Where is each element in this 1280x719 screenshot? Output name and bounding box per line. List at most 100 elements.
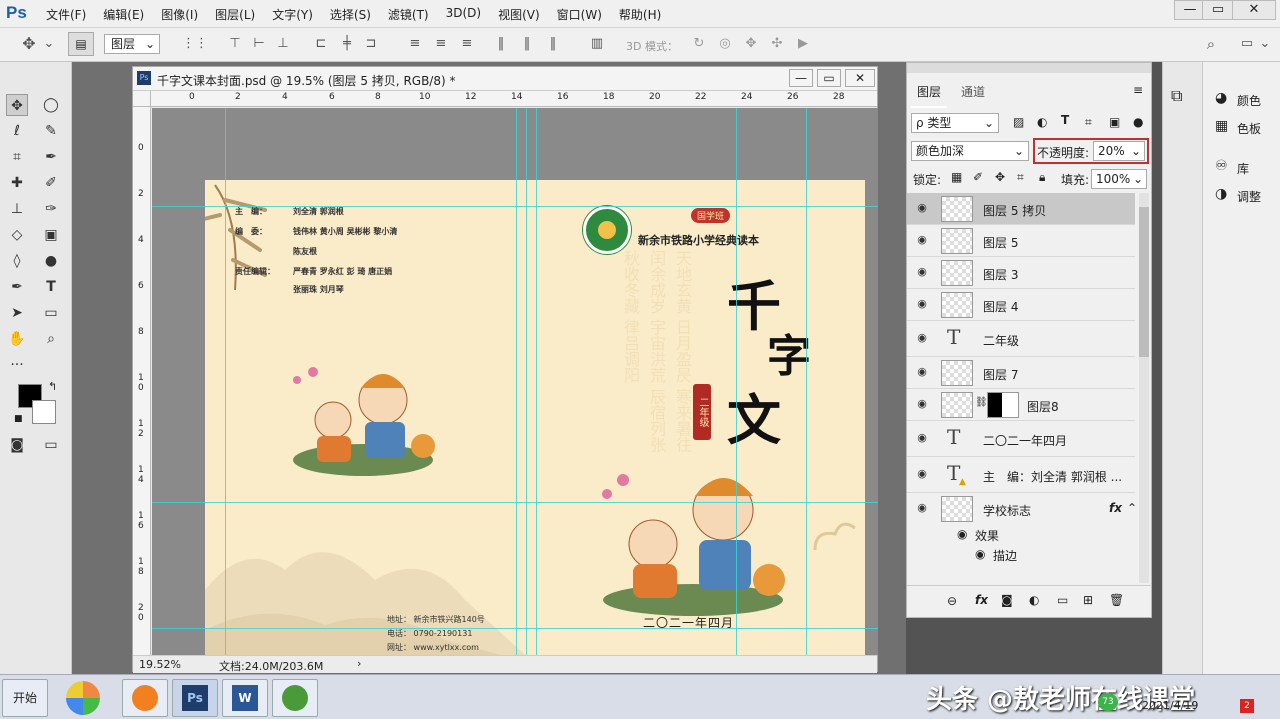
guide-line[interactable] <box>736 108 737 655</box>
layer-row[interactable]: ◉ 图层 5 拷贝 <box>907 193 1135 225</box>
layer-row[interactable]: ◉ 图层 4 <box>907 289 1135 321</box>
workspace-icon[interactable]: ▭ <box>1238 36 1256 52</box>
search-icon[interactable]: ⌕ <box>1202 36 1220 52</box>
vertical-ruler[interactable]: 0 2 4 6 8 10 12 14 16 18 20 <box>133 107 151 655</box>
tab-layers[interactable]: 图层 <box>911 77 948 108</box>
blur-tool-icon[interactable]: ◊ <box>6 250 28 272</box>
new-adjustment-icon[interactable]: ◐ <box>1029 593 1039 607</box>
taskbar-photoshop[interactable]: Ps <box>172 679 218 717</box>
adjustments-panel-label[interactable]: 调整 <box>1237 188 1261 205</box>
eye-icon[interactable]: ◉ <box>915 432 929 444</box>
doc-restore-button[interactable]: ▭ <box>817 69 841 87</box>
palette-icon[interactable]: ◕ <box>1215 90 1227 106</box>
guide-line[interactable] <box>152 502 878 503</box>
roll-3d-icon[interactable]: ◎ <box>716 36 734 52</box>
eraser-tool-icon[interactable]: ◇ <box>6 224 28 246</box>
new-layer-icon[interactable]: ⊞ <box>1083 593 1093 607</box>
quick-mask-icon[interactable]: ◙ <box>6 434 28 456</box>
eye-icon[interactable]: ◉ <box>915 332 929 344</box>
move-tool-icon[interactable]: ✥ <box>6 94 28 116</box>
lock-position-icon[interactable]: ✥ <box>995 170 1005 184</box>
type-tool-icon[interactable]: T <box>40 276 62 298</box>
stroke-eye-icon[interactable]: ◉ <box>975 547 985 561</box>
lock-artboard-icon[interactable]: ⌗ <box>1017 170 1024 185</box>
ruler-origin[interactable] <box>133 91 151 107</box>
distribute-bottom-icon[interactable]: ≡ <box>458 36 476 52</box>
book-cover-canvas[interactable]: 主 编： 刘全清 郭润根 编 委： 钱伟林 黄小周 吴彬彬 黎小清 陈友根 责任… <box>205 180 865 664</box>
effects-eye-icon[interactable]: ◉ <box>957 527 967 541</box>
gradient-tool-icon[interactable]: ▣ <box>40 224 62 246</box>
fx-icon[interactable]: fx <box>1109 501 1122 515</box>
zoom-level[interactable]: 19.52% <box>139 658 181 671</box>
chevron-down-icon[interactable]: ⌄ <box>40 36 58 52</box>
layer-row[interactable]: ◉ 学校标志 fx ⌃ <box>907 493 1137 525</box>
menu-image[interactable]: 图像(I) <box>161 6 198 23</box>
menu-3d[interactable]: 3D(D) <box>446 6 481 23</box>
chevron-up-icon[interactable]: ⌃ <box>1127 501 1137 515</box>
menu-type[interactable]: 文字(Y) <box>272 6 313 23</box>
app-360-icon[interactable] <box>66 681 100 715</box>
dodge-tool-icon[interactable]: ● <box>40 250 62 272</box>
layer-row[interactable]: ◉ T 二〇二一年四月 <box>907 421 1135 457</box>
guide-line[interactable] <box>526 108 527 655</box>
distribute-right-icon[interactable]: ‖ <box>544 36 562 52</box>
taskbar-browser[interactable] <box>122 679 168 717</box>
align-left-icon[interactable]: ⊏ <box>312 36 330 52</box>
eye-icon[interactable]: ◉ <box>915 298 929 310</box>
blend-mode-dropdown[interactable]: 颜色加深 ⌄ <box>911 141 1029 161</box>
distribute-top-icon[interactable]: ≡ <box>406 36 424 52</box>
drag-3d-icon[interactable]: ✥ <box>742 36 760 52</box>
start-button[interactable]: 开始 <box>2 679 48 717</box>
filter-pixel-icon[interactable]: ▨ <box>1013 115 1024 129</box>
healing-tool-icon[interactable]: ✚ <box>6 172 28 194</box>
lock-all-icon[interactable]: 🔒︎ <box>1039 170 1045 185</box>
distribute-hcenter-icon[interactable]: ‖ <box>518 36 536 52</box>
stamp-tool-icon[interactable]: ⊥ <box>6 198 28 220</box>
screen-mode-icon[interactable]: ▭ <box>40 434 62 456</box>
rotate-3d-icon[interactable]: ↻ <box>690 36 708 52</box>
swatches-icon[interactable]: ▦ <box>1215 118 1228 134</box>
zoom-tool-icon[interactable]: ⌕ <box>40 328 62 350</box>
filter-smart-icon[interactable]: ▣ <box>1109 115 1120 129</box>
layer-row[interactable]: ◉ T 二年级 <box>907 321 1135 357</box>
add-mask-icon[interactable]: ◙ <box>1001 593 1013 607</box>
eye-icon[interactable]: ◉ <box>915 234 929 246</box>
layer-row[interactable]: ◉ 图层 7 <box>907 357 1135 389</box>
guide-line[interactable] <box>225 108 226 655</box>
guide-line[interactable] <box>536 108 537 655</box>
fill-input[interactable]: 100% ⌄ <box>1091 169 1147 189</box>
move-tool-icon[interactable]: ✥ <box>20 36 38 52</box>
background-color-swatch[interactable] <box>32 400 56 424</box>
align-vcenter-icon[interactable]: ⊢ <box>250 36 268 52</box>
auto-align-icon[interactable]: ▥ <box>588 36 606 52</box>
swap-colors-icon[interactable]: ↰ <box>48 380 57 393</box>
restore-button[interactable]: ▭ <box>1202 0 1234 20</box>
status-chevron-icon[interactable]: › <box>357 657 361 670</box>
close-button[interactable]: ✕ <box>1232 0 1276 20</box>
layer-filter-dropdown[interactable]: ρ 类型 ⌄ <box>911 113 999 133</box>
link-layers-icon[interactable]: ⊖ <box>947 594 957 608</box>
brush-tool-icon[interactable]: ✐ <box>40 172 62 194</box>
filter-shape-icon[interactable]: ⌗ <box>1085 115 1092 130</box>
delete-layer-icon[interactable]: 🗑︎ <box>1109 593 1124 607</box>
transform-controls-icon[interactable]: ⋮⋮ <box>182 36 208 52</box>
add-style-icon[interactable]: fx <box>975 593 988 607</box>
filter-adjust-icon[interactable]: ◐ <box>1037 115 1047 129</box>
taskbar-app[interactable] <box>272 679 318 717</box>
menu-select[interactable]: 选择(S) <box>330 6 371 23</box>
tab-channels[interactable]: 通道 <box>955 77 991 106</box>
taskbar-word[interactable]: W <box>222 679 268 717</box>
layer-row[interactable]: ◉ T ▲ 主 编：刘全清 郭润根 ... <box>907 457 1135 493</box>
eye-icon[interactable]: ◉ <box>915 468 929 480</box>
menu-layer[interactable]: 图层(L) <box>215 6 255 23</box>
hand-tool-icon[interactable]: ✋ <box>6 328 28 350</box>
menu-window[interactable]: 窗口(W) <box>557 6 602 23</box>
align-hcenter-icon[interactable]: ╪ <box>338 36 356 52</box>
eye-icon[interactable]: ◉ <box>915 202 929 214</box>
adjustments-icon[interactable]: ◑ <box>1215 186 1227 202</box>
align-right-icon[interactable]: ⊐ <box>362 36 380 52</box>
scale-3d-icon[interactable]: ▶ <box>794 36 812 52</box>
align-bottom-icon[interactable]: ⊥ <box>274 36 292 52</box>
auto-select-icon[interactable]: ▤ <box>68 32 94 56</box>
panel-header[interactable] <box>907 63 1151 73</box>
